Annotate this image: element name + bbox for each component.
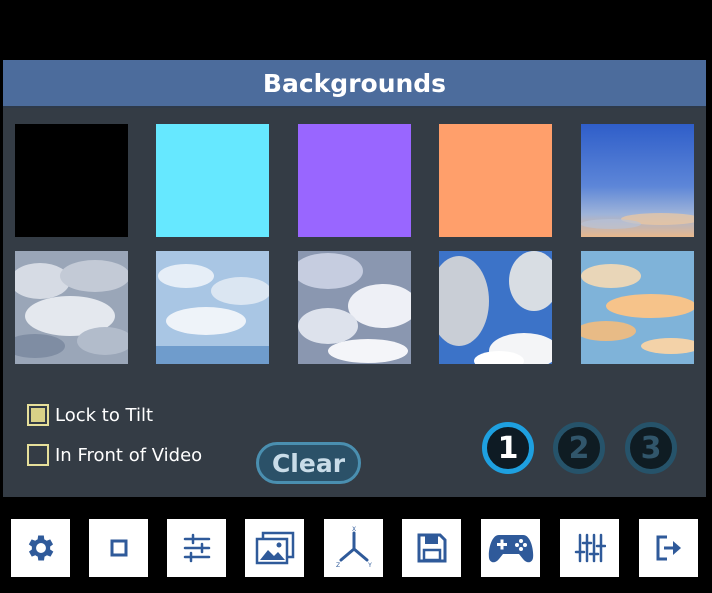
axis-z-label: Z: [335, 562, 339, 569]
save-button[interactable]: [402, 519, 461, 577]
clouds-image: [429, 251, 559, 371]
in-front-of-video-option[interactable]: In Front of Video: [27, 444, 202, 466]
background-tile-orange[interactable]: [439, 124, 552, 237]
background-tile-overcast-clouds[interactable]: [293, 251, 418, 364]
background-tile-grey-clouds[interactable]: [5, 251, 133, 364]
mixer-icon: [574, 533, 606, 563]
sky-image: [581, 124, 701, 237]
clouds-image: [293, 251, 418, 364]
exit-button[interactable]: [639, 519, 698, 577]
panel-header: Backgrounds: [3, 60, 706, 108]
lock-to-tilt-checkbox[interactable]: [27, 404, 49, 426]
stop-button[interactable]: [89, 519, 148, 577]
axis-y-label: Y: [367, 562, 372, 569]
background-tile-blue-sky-sunset[interactable]: [581, 124, 701, 237]
background-tile-golden-sunset-clouds[interactable]: [576, 251, 701, 364]
clouds-image: [5, 251, 133, 364]
exit-icon: [656, 535, 681, 561]
axes-button[interactable]: X Z Y: [324, 519, 383, 577]
tile-swatch: [156, 124, 269, 237]
background-tile-black[interactable]: [15, 124, 128, 237]
backgrounds-panel: Backgrounds Lock to Tilt In Front of Vid…: [3, 60, 706, 497]
mixer-button[interactable]: [560, 519, 619, 577]
tile-swatch: [439, 124, 552, 237]
tile-swatch: [15, 124, 128, 237]
page-2-button[interactable]: 2: [553, 422, 605, 474]
backgrounds-button[interactable]: [245, 519, 304, 577]
background-tile-cumulus-blue-sky[interactable]: [429, 251, 559, 371]
save-icon: [417, 533, 446, 563]
axes-icon: X Z Y: [335, 526, 372, 569]
in-front-of-video-label: In Front of Video: [55, 444, 203, 466]
page-1-button[interactable]: 1: [482, 422, 534, 474]
adjustments-button[interactable]: [167, 519, 226, 577]
lock-to-tilt-label: Lock to Tilt: [55, 404, 154, 426]
background-tile-light-blue-clouds[interactable]: [156, 251, 271, 364]
axis-x-label: X: [351, 526, 355, 533]
square-icon: [110, 539, 127, 557]
settings-button[interactable]: [11, 519, 70, 577]
gear-icon: [28, 535, 53, 561]
gallery-icon: [255, 531, 294, 565]
clouds-image: [156, 251, 271, 364]
panel-title: Backgrounds: [262, 68, 447, 98]
page-3-button[interactable]: 3: [625, 422, 677, 474]
clear-button[interactable]: Clear: [256, 442, 361, 484]
tile-swatch: [298, 124, 411, 237]
background-tile-cyan[interactable]: [156, 124, 269, 237]
background-tile-purple[interactable]: [298, 124, 411, 237]
in-front-of-video-checkbox[interactable]: [27, 444, 49, 466]
controller-button[interactable]: [481, 519, 540, 577]
sliders-icon: [183, 533, 210, 563]
gamepad-icon: [488, 535, 533, 563]
lock-to-tilt-option[interactable]: Lock to Tilt: [27, 404, 153, 426]
clouds-image: [576, 251, 701, 364]
